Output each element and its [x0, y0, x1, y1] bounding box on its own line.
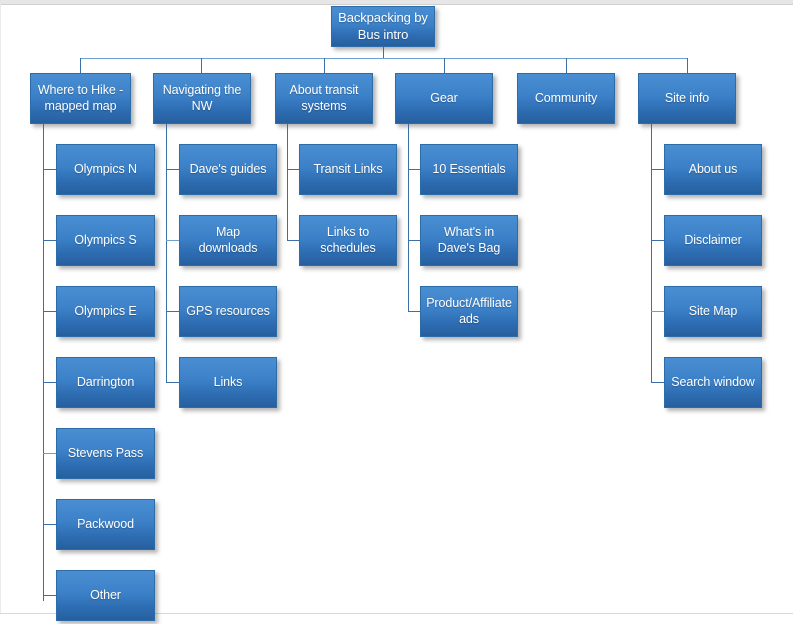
node-root[interactable]: Backpacking by Bus intro	[331, 6, 435, 47]
node-search-window[interactable]: Search window	[664, 357, 762, 408]
connector-stub-darrington	[43, 382, 56, 383]
node-about-transit-systems-label: About transit systems	[289, 82, 359, 113]
node-links-to-schedules-label: Links to schedules	[320, 224, 376, 255]
node-olympics-s[interactable]: Olympics S	[56, 215, 155, 266]
node-transit-links[interactable]: Transit Links	[299, 144, 397, 195]
node-about-us-label: About us	[688, 161, 738, 176]
connector-stub-disclaimer	[651, 240, 664, 241]
connector-spine-about-transit-systems	[287, 124, 288, 241]
node-olympics-e-label: Olympics E	[74, 303, 137, 318]
node-olympics-n[interactable]: Olympics N	[56, 144, 155, 195]
node-gps-resources-label: GPS resources	[186, 303, 270, 318]
node-10-essentials-label: 10 Essentials	[432, 161, 506, 176]
connector-stub-stevens-pass	[43, 453, 56, 454]
connector-spine-navigating-the-nw	[166, 124, 167, 383]
connector-stub-other	[43, 595, 56, 596]
connector-stub-transit-links	[287, 169, 299, 170]
connector-stub-links	[166, 382, 179, 383]
connector-stub-product-affiliate-ads	[408, 311, 420, 312]
node-whats-in-daves-bag[interactable]: What's in Dave's Bag	[420, 215, 518, 266]
node-stevens-pass-label: Stevens Pass	[67, 445, 144, 460]
node-site-info[interactable]: Site info	[638, 73, 736, 124]
node-where-to-hike[interactable]: Where to Hike - mapped map	[30, 73, 131, 124]
node-packwood[interactable]: Packwood	[56, 499, 155, 550]
diagram-canvas: Backpacking by Bus intro Where to Hike -…	[0, 0, 793, 624]
node-links-to-schedules[interactable]: Links to schedules	[299, 215, 397, 266]
connector-drop-where-to-hike	[80, 58, 81, 73]
connector-spine-gear	[408, 124, 409, 312]
node-darrington[interactable]: Darrington	[56, 357, 155, 408]
node-site-map[interactable]: Site Map	[664, 286, 762, 337]
node-disclaimer-label: Disclaimer	[684, 232, 742, 247]
node-about-us[interactable]: About us	[664, 144, 762, 195]
node-stevens-pass[interactable]: Stevens Pass	[56, 428, 155, 479]
connector-stub-olympics-s	[43, 240, 56, 241]
connector-drop-navigating-the-nw	[201, 58, 202, 73]
node-search-window-label: Search window	[671, 374, 755, 389]
node-navigating-the-nw-label: Navigating the NW	[162, 82, 242, 113]
node-packwood-label: Packwood	[77, 516, 134, 531]
node-where-to-hike-label: Where to Hike - mapped map	[37, 82, 124, 113]
node-disclaimer[interactable]: Disclaimer	[664, 215, 762, 266]
node-root-label: Backpacking by Bus intro	[338, 10, 428, 42]
connector-stub-links-to-schedules	[287, 240, 299, 241]
node-gear[interactable]: Gear	[395, 73, 493, 124]
page-top-border	[0, 4, 793, 5]
connector-stub-search-window	[651, 382, 664, 383]
node-links[interactable]: Links	[179, 357, 277, 408]
node-daves-guides-label: Dave's guides	[189, 161, 267, 176]
node-site-map-label: Site Map	[688, 303, 738, 318]
connector-stub-gps-resources	[166, 311, 179, 312]
node-site-info-label: Site info	[664, 90, 710, 105]
connector-bus	[80, 58, 687, 59]
connector-stub-about-us	[651, 169, 664, 170]
node-10-essentials[interactable]: 10 Essentials	[420, 144, 518, 195]
node-community[interactable]: Community	[517, 73, 615, 124]
node-community-label: Community	[534, 90, 598, 105]
node-map-downloads[interactable]: Map downloads	[179, 215, 277, 266]
connector-drop-community	[566, 58, 567, 73]
node-daves-guides[interactable]: Dave's guides	[179, 144, 277, 195]
connector-stub-packwood	[43, 524, 56, 525]
node-map-downloads-label: Map downloads	[198, 224, 258, 255]
node-other[interactable]: Other	[56, 570, 155, 621]
connector-spine-where-to-hike	[43, 124, 44, 601]
connector-root-stem	[383, 47, 384, 58]
page-left-border	[0, 4, 1, 614]
connector-stub-olympics-e	[43, 311, 56, 312]
node-navigating-the-nw[interactable]: Navigating the NW	[153, 73, 251, 124]
connector-drop-gear	[444, 58, 445, 73]
connector-drop-about-transit-systems	[324, 58, 325, 73]
connector-stub-map-downloads	[166, 240, 179, 241]
node-gear-label: Gear	[430, 90, 458, 105]
node-darrington-label: Darrington	[76, 374, 135, 389]
connector-stub-olympics-n	[43, 169, 56, 170]
node-product-affiliate-ads-label: Product/Affiliate ads	[426, 295, 512, 326]
node-other-label: Other	[90, 587, 121, 602]
node-about-transit-systems[interactable]: About transit systems	[275, 73, 373, 124]
connector-stub-daves-guides	[166, 169, 179, 170]
connector-stub-site-map	[651, 311, 664, 312]
node-links-label: Links	[213, 374, 243, 389]
connector-stub-10-essentials	[408, 169, 420, 170]
connector-spine-site-info	[651, 124, 652, 383]
node-olympics-s-label: Olympics S	[74, 232, 137, 247]
node-gps-resources[interactable]: GPS resources	[179, 286, 277, 337]
node-whats-in-daves-bag-label: What's in Dave's Bag	[437, 224, 501, 255]
node-transit-links-label: Transit Links	[313, 161, 383, 176]
node-product-affiliate-ads[interactable]: Product/Affiliate ads	[420, 286, 518, 337]
connector-drop-site-info	[687, 58, 688, 73]
connector-stub-whats-in-daves-bag	[408, 240, 420, 241]
node-olympics-n-label: Olympics N	[74, 161, 137, 176]
node-olympics-e[interactable]: Olympics E	[56, 286, 155, 337]
